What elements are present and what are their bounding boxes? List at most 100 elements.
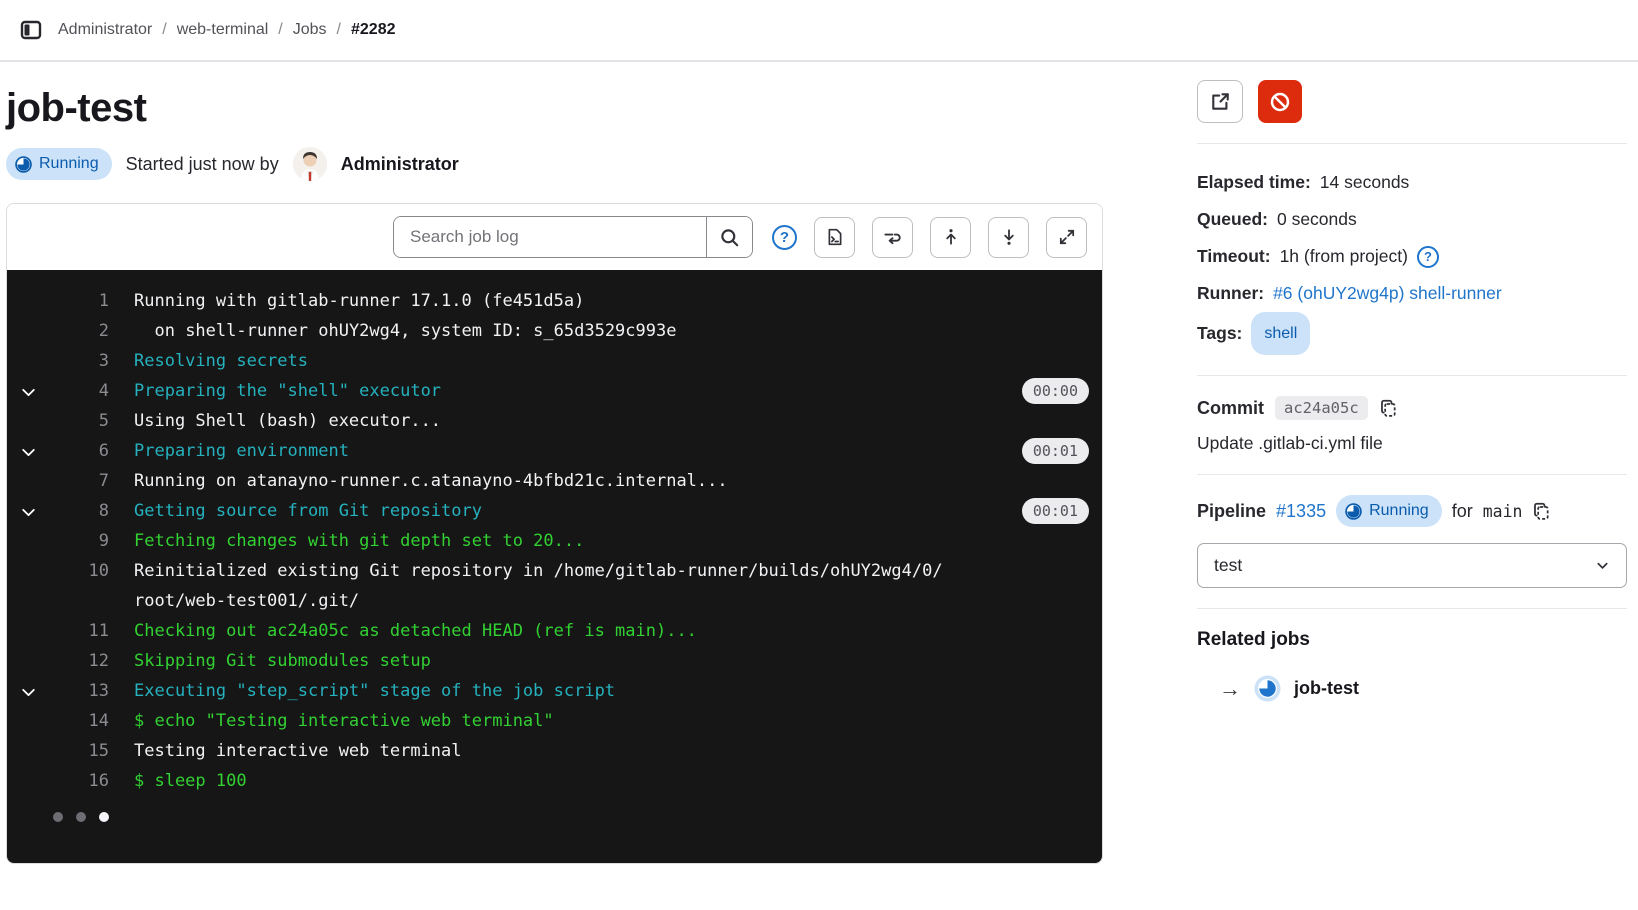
log-line-number[interactable]: 4 (49, 376, 109, 406)
log-line-text[interactable]: Preparing the "shell" executor (134, 376, 1022, 406)
log-line-number[interactable]: 15 (49, 736, 109, 766)
search-group (393, 216, 753, 258)
log-line: 9 Fetching changes with git depth set to… (7, 526, 1102, 556)
scroll-to-bottom-icon (1000, 228, 1018, 246)
log-line-number[interactable]: 8 (49, 496, 109, 526)
log-line-number[interactable]: 16 (49, 766, 109, 796)
log-line-number[interactable]: 5 (49, 406, 109, 436)
related-job-item[interactable]: → job-test (1219, 675, 1627, 702)
elapsed-time-value: 14 seconds (1320, 164, 1410, 201)
log-line: 16 $ sleep 100 (7, 766, 1102, 796)
log-line: 15 Testing interactive web terminal (7, 736, 1102, 766)
log-line: 8 Getting source from Git repository 00:… (7, 496, 1102, 526)
commit-message: Update .gitlab-ci.yml file (1197, 433, 1627, 454)
log-line-number[interactable]: 3 (49, 346, 109, 376)
wrap-lines-button[interactable] (872, 217, 913, 258)
log-line-text[interactable]: Getting source from Git repository (134, 496, 1022, 526)
avatar[interactable] (293, 147, 327, 181)
log-line: 3 Resolving secrets (7, 346, 1102, 376)
arrow-right-icon: → (1219, 676, 1241, 702)
log-line-text: Fetching changes with git depth set to 2… (134, 526, 1089, 556)
job-log-toolbar: ? (7, 204, 1102, 270)
elapsed-time-label: Elapsed time: (1197, 164, 1311, 201)
copy-ref-button[interactable] (1532, 502, 1551, 521)
log-line: 4 Preparing the "shell" executor 00:00 (7, 376, 1102, 406)
search-button[interactable] (706, 217, 752, 257)
sidebar-toggle-icon[interactable] (18, 17, 44, 43)
log-duration-badge: 00:01 (1022, 438, 1089, 464)
log-line-text: $ sleep 100 (134, 766, 1089, 796)
log-line-number[interactable]: 1 (49, 286, 109, 316)
log-line: 6 Preparing environment 00:01 (7, 436, 1102, 466)
author-name[interactable]: Administrator (341, 154, 459, 175)
external-link-icon (1210, 91, 1231, 112)
log-line-number[interactable]: 10 (49, 556, 109, 586)
runner-link[interactable]: #6 (ohUY2wg4p) shell-runner (1273, 275, 1502, 312)
pipeline-ref[interactable]: main (1483, 502, 1523, 521)
stage-select[interactable]: test (1197, 543, 1627, 588)
tags-label: Tags: (1197, 315, 1242, 352)
cancel-job-button[interactable] (1258, 80, 1302, 123)
breadcrumb-link[interactable]: web-terminal (177, 21, 269, 39)
log-line-number[interactable]: 12 (49, 646, 109, 676)
search-help-icon[interactable]: ? (772, 225, 797, 250)
pipeline-label: Pipeline (1197, 501, 1266, 522)
pipeline-link[interactable]: #1335 (1276, 501, 1326, 522)
tag-badge[interactable]: shell (1251, 312, 1310, 355)
commit-sha-link[interactable]: ac24a05c (1275, 396, 1368, 420)
log-line: 13 Executing "step_script" stage of the … (7, 676, 1102, 706)
status-badge-label: Running (39, 155, 99, 173)
fullscreen-button[interactable] (1046, 217, 1087, 258)
running-status-icon (15, 156, 32, 173)
chevron-down-icon[interactable] (7, 376, 49, 401)
breadcrumb-separator: / (278, 21, 282, 39)
copy-commit-sha-button[interactable] (1379, 399, 1398, 418)
log-line-text: Checking out ac24a05c as detached HEAD (… (134, 616, 1089, 646)
related-job-name[interactable]: job-test (1294, 678, 1359, 699)
loading-dot (53, 812, 63, 822)
log-line-number[interactable]: 7 (49, 466, 109, 496)
log-line-number[interactable]: 14 (49, 706, 109, 736)
breadcrumb-separator: / (162, 21, 166, 39)
runner-label: Runner: (1197, 275, 1264, 312)
fullscreen-icon (1058, 228, 1076, 246)
log-duration-badge: 00:00 (1022, 378, 1089, 404)
scroll-to-top-icon (942, 228, 960, 246)
search-input[interactable] (394, 217, 706, 257)
log-line-number[interactable]: 9 (49, 526, 109, 556)
job-log-panel: ? (6, 203, 1103, 864)
running-status-icon (1345, 503, 1362, 520)
copy-icon (1532, 502, 1551, 521)
log-line: 5 Using Shell (bash) executor... (7, 406, 1102, 436)
log-line-text[interactable]: Preparing environment (134, 436, 1022, 466)
scroll-to-top-button[interactable] (930, 217, 971, 258)
copy-icon (1379, 399, 1398, 418)
timeout-help-icon[interactable]: ? (1417, 246, 1439, 268)
breadcrumb-separator: / (337, 21, 341, 39)
log-line-number[interactable]: 13 (49, 676, 109, 706)
log-line-text: Using Shell (bash) executor... (134, 406, 1089, 436)
log-line-number[interactable]: 2 (49, 316, 109, 346)
started-text: Started just now by (126, 154, 279, 175)
log-line-text: $ echo "Testing interactive web terminal… (134, 706, 1089, 736)
scroll-to-bottom-button[interactable] (988, 217, 1029, 258)
timeout-value: 1h (from project) (1280, 238, 1408, 275)
chevron-down-icon[interactable] (7, 436, 49, 461)
log-line-text[interactable]: Executing "step_script" stage of the job… (134, 676, 1089, 706)
chevron-down-icon[interactable] (7, 496, 49, 521)
wrap-lines-icon (883, 228, 902, 247)
log-line-text[interactable]: Resolving secrets (134, 346, 1089, 376)
log-line-number[interactable]: 11 (49, 616, 109, 646)
log-duration-badge: 00:01 (1022, 498, 1089, 524)
pipeline-for-text: for (1452, 501, 1473, 522)
log-line: 12 Skipping Git submodules setup (7, 646, 1102, 676)
chevron-down-icon[interactable] (7, 676, 49, 701)
log-line: 1 Running with gitlab-runner 17.1.0 (fe4… (7, 286, 1102, 316)
log-line-number[interactable]: 6 (49, 436, 109, 466)
commit-label: Commit (1197, 398, 1264, 419)
breadcrumb-link[interactable]: Jobs (293, 21, 327, 39)
raw-log-button[interactable] (814, 217, 855, 258)
job-sidebar: Elapsed time: 14 seconds Queued: 0 secon… (1197, 76, 1627, 864)
open-raw-external-button[interactable] (1197, 80, 1243, 123)
breadcrumb-link[interactable]: Administrator (58, 21, 152, 39)
